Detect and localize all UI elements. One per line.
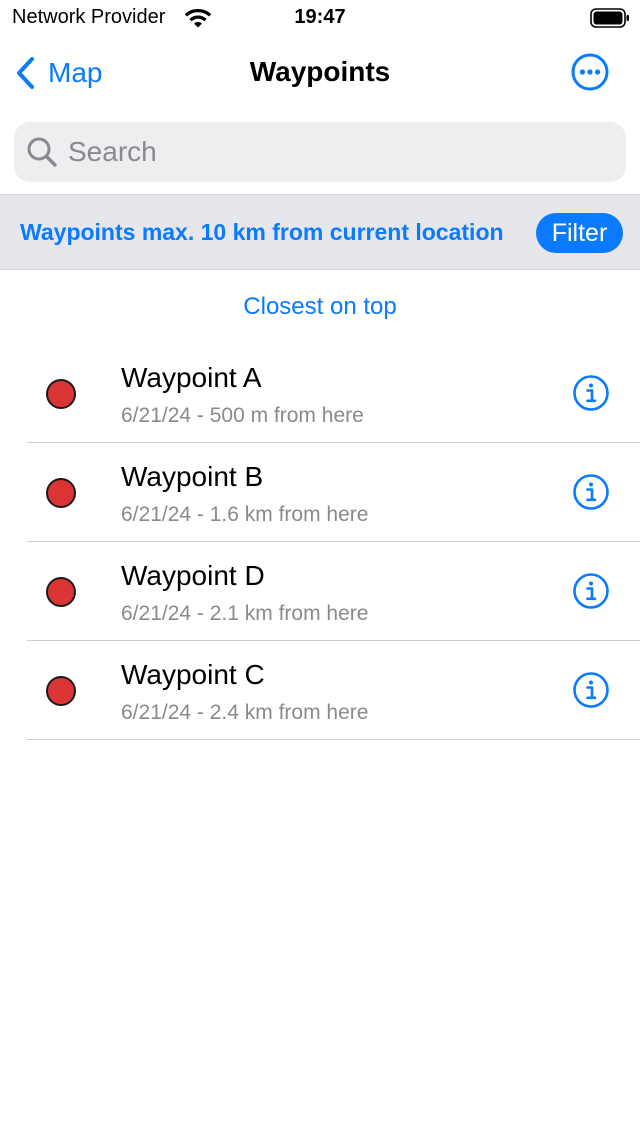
info-icon[interactable]: [572, 671, 610, 709]
filter-bar: Waypoints max. 10 km from current locati…: [0, 194, 640, 270]
search-bar[interactable]: [14, 122, 626, 182]
info-icon[interactable]: [572, 572, 610, 610]
search-icon: [27, 137, 57, 167]
waypoint-list: Waypoint A 6/21/24 - 500 m from here Way…: [0, 344, 640, 740]
navigation-bar: Map Waypoints: [0, 44, 640, 104]
page-title: Waypoints: [249, 56, 391, 87]
status-time: 19:47: [294, 6, 346, 28]
status-bar: Network Provider 19:47: [0, 0, 640, 36]
row-separator: [27, 739, 640, 740]
waypoint-marker-icon: [46, 379, 76, 409]
waypoint-name: Waypoint C: [121, 659, 265, 690]
waypoint-detail: 6/21/24 - 1.6 km from here: [121, 503, 369, 526]
battery-icon: [590, 8, 629, 28]
waypoint-marker-icon: [46, 577, 76, 607]
waypoint-marker-icon: [46, 676, 76, 706]
filter-description: Waypoints max. 10 km from current locati…: [20, 219, 504, 245]
waypoint-name: Waypoint A: [121, 362, 262, 393]
info-icon[interactable]: [572, 473, 610, 511]
waypoint-row[interactable]: Waypoint B 6/21/24 - 1.6 km from here: [0, 443, 640, 542]
sort-order-button[interactable]: Closest on top: [0, 293, 640, 321]
waypoint-detail: 6/21/24 - 2.1 km from here: [121, 602, 369, 625]
info-icon[interactable]: [572, 374, 610, 412]
more-options-icon[interactable]: [570, 52, 610, 92]
waypoint-marker-icon: [46, 478, 76, 508]
waypoint-name: Waypoint D: [121, 560, 265, 591]
waypoint-row[interactable]: Waypoint A 6/21/24 - 500 m from here: [0, 344, 640, 443]
filter-button[interactable]: Filter: [536, 213, 623, 253]
waypoint-row[interactable]: Waypoint D 6/21/24 - 2.1 km from here: [0, 542, 640, 641]
waypoint-detail: 6/21/24 - 2.4 km from here: [121, 701, 369, 724]
waypoint-detail: 6/21/24 - 500 m from here: [121, 404, 364, 427]
waypoint-name: Waypoint B: [121, 461, 264, 492]
search-input[interactable]: [68, 136, 588, 168]
waypoint-row[interactable]: Waypoint C 6/21/24 - 2.4 km from here: [0, 641, 640, 740]
